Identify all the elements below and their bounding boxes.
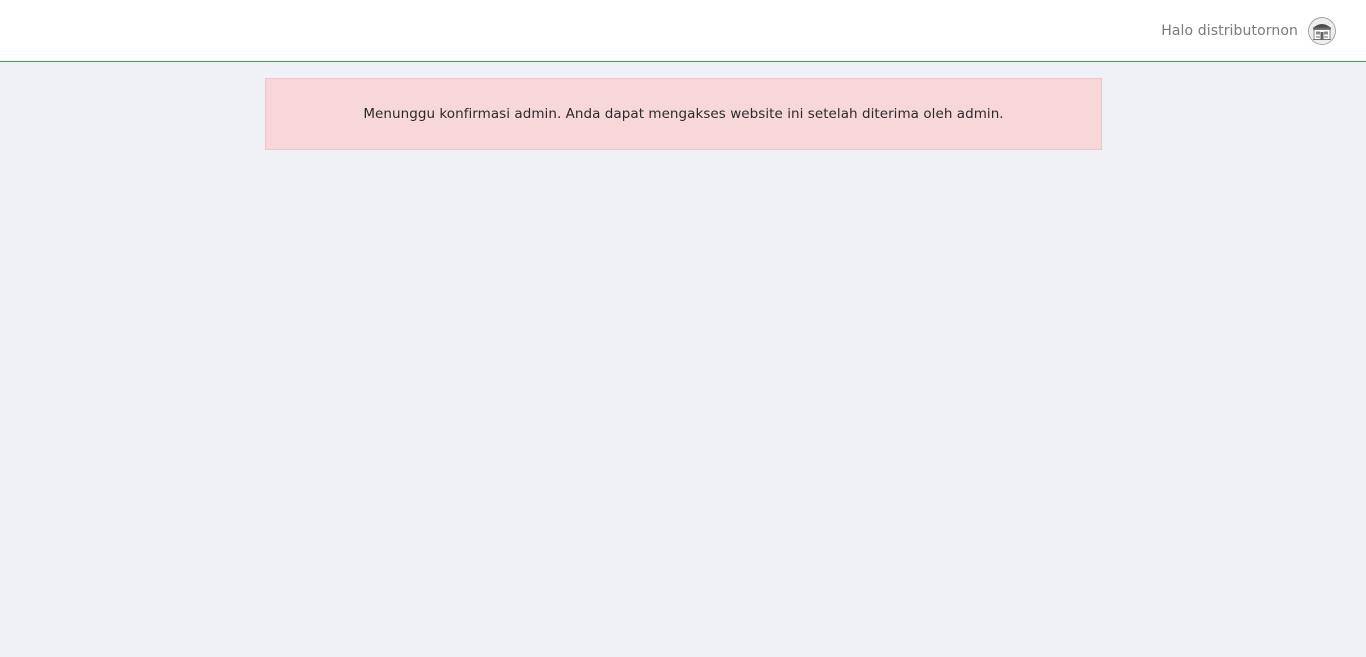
alert-message: Menunggu konfirmasi admin. Anda dapat me… xyxy=(363,106,1004,122)
storefront-icon[interactable] xyxy=(1308,17,1336,45)
user-greeting[interactable]: Halo distributornon xyxy=(1161,23,1298,39)
top-navbar: Halo distributornon xyxy=(0,0,1366,62)
user-menu[interactable]: Halo distributornon xyxy=(1161,16,1336,46)
pending-confirmation-alert: Menunggu konfirmasi admin. Anda dapat me… xyxy=(265,78,1102,150)
